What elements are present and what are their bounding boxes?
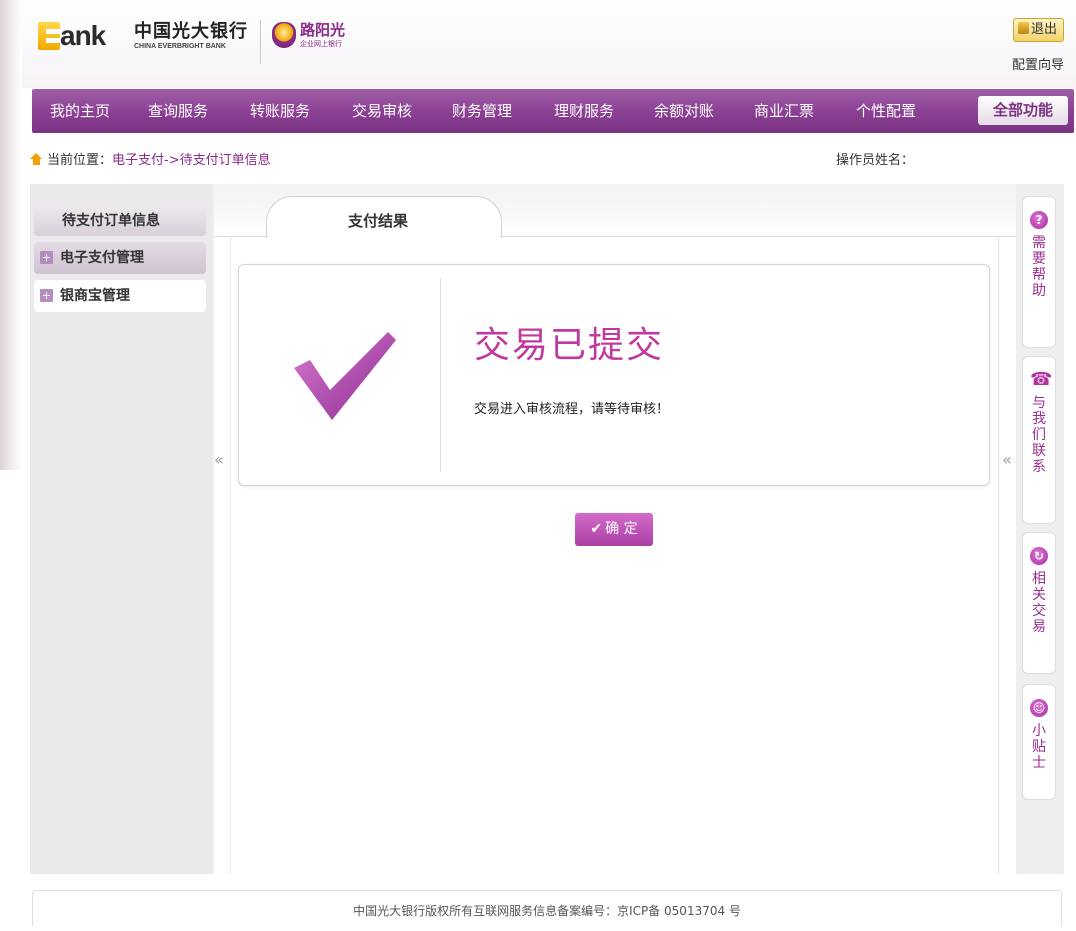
exit-icon (1017, 22, 1029, 34)
breadcrumb-path: 电子支付->待支付订单信息 (112, 153, 271, 168)
page: ank 中国光大银行 CHINA EVERBRIGHT BANK 路阳光 企业网… (0, 0, 1076, 926)
nav-item-transfer[interactable]: 转账服务 (250, 89, 310, 133)
check-icon: ✔ (590, 521, 603, 537)
ceb-name-cn: 中国光大银行 (134, 21, 248, 42)
ceb-name-en: CHINA EVERBRIGHT BANK (134, 43, 226, 50)
yangguang-subtitle: 企业网上银行 (300, 40, 342, 48)
nav-item-wealth[interactable]: 理财服务 (554, 89, 614, 133)
footer: 中国光大银行版权所有互联网服务信息备案编号：京ICP备 05013704 号 (32, 890, 1062, 926)
confirm-button-label: 确 定 (605, 521, 638, 537)
nav-item-bills[interactable]: 商业汇票 (754, 89, 814, 133)
tips-label: 小贴士 (1032, 723, 1046, 771)
tab-payment-result-label: 支付结果 (347, 212, 408, 230)
bank-logo: ank (38, 14, 124, 58)
question-icon: ? (1030, 211, 1048, 229)
exit-button[interactable]: 退出 (1012, 18, 1064, 42)
bank-logo-e-icon (38, 22, 60, 50)
header: ank 中国光大银行 CHINA EVERBRIGHT BANK 路阳光 企业网… (22, 0, 1076, 88)
contact-button[interactable]: ☎ 与我们联系 (1022, 356, 1056, 524)
phone-icon: ☎ (1030, 369, 1053, 390)
nav-item-settings[interactable]: 个性配置 (856, 89, 916, 133)
help-button[interactable]: ? 需要帮助 (1022, 196, 1056, 348)
breadcrumb-prefix: 当前位置： (47, 153, 113, 168)
sidebar-item-yinshangbao[interactable]: 银商宝管理 (34, 280, 206, 312)
sidebar: 待支付订单信息 电子支付管理 银商宝管理 (30, 184, 212, 874)
confirm-button[interactable]: ✔ 确 定 (575, 513, 653, 546)
yangguang-name: 路阳光 (300, 21, 346, 39)
logo-divider (260, 20, 261, 64)
operator-name-label: 操作员姓名： (836, 153, 915, 168)
expand-plus-icon (40, 289, 53, 302)
yangguang-badge-icon (272, 22, 296, 48)
result-description: 交易进入审核流程，请等待审核！ (474, 402, 670, 417)
config-guide-link[interactable]: 配置向导 (1012, 54, 1064, 73)
contact-label: 与我们联系 (1032, 395, 1046, 475)
main-nav: 我的主页 查询服务 转账服务 交易审核 财务管理 理财服务 余额对账 商业汇票 … (32, 89, 1074, 133)
sidebar-title: 待支付订单信息 (34, 206, 206, 236)
checkmark-icon (294, 332, 396, 420)
content-border-right (998, 236, 999, 874)
collapse-right-icon[interactable]: « (1002, 450, 1012, 469)
smiley-icon: ☺ (1030, 699, 1048, 717)
content-border-left (230, 236, 231, 874)
ceb-logo: 中国光大银行 CHINA EVERBRIGHT BANK (134, 22, 248, 51)
yangguang-logo: 路阳光 企业网上银行 (272, 22, 362, 66)
nav-item-finance[interactable]: 财务管理 (452, 89, 512, 133)
related-trans-button[interactable]: ↻ 相关交易 (1022, 532, 1056, 674)
tips-button[interactable]: ☺ 小贴士 (1022, 684, 1056, 800)
result-title: 交易已提交 (474, 325, 665, 366)
expand-plus-icon (40, 251, 53, 264)
result-divider (440, 278, 441, 472)
nav-item-query[interactable]: 查询服务 (148, 89, 208, 133)
nav-item-balance[interactable]: 余额对账 (654, 89, 714, 133)
all-functions-button[interactable]: 全部功能 (978, 96, 1068, 125)
refresh-icon: ↻ (1030, 547, 1048, 565)
bank-logo-text: ank (60, 20, 106, 51)
breadcrumb: 当前位置：电子支付->待支付订单信息 (30, 149, 271, 168)
exit-label: 退出 (1030, 22, 1057, 37)
sidebar-item-epayment[interactable]: 电子支付管理 (34, 242, 206, 274)
home-icon (30, 153, 43, 165)
help-label: 需要帮助 (1032, 235, 1046, 299)
nav-item-home[interactable]: 我的主页 (50, 89, 110, 133)
sidebar-item-label: 银商宝管理 (60, 288, 130, 304)
related-trans-label: 相关交易 (1032, 571, 1046, 635)
window-left-edge (0, 0, 22, 470)
nav-item-audit[interactable]: 交易审核 (352, 89, 412, 133)
collapse-left-icon[interactable]: « (214, 450, 224, 469)
sidebar-item-label: 电子支付管理 (60, 250, 144, 266)
